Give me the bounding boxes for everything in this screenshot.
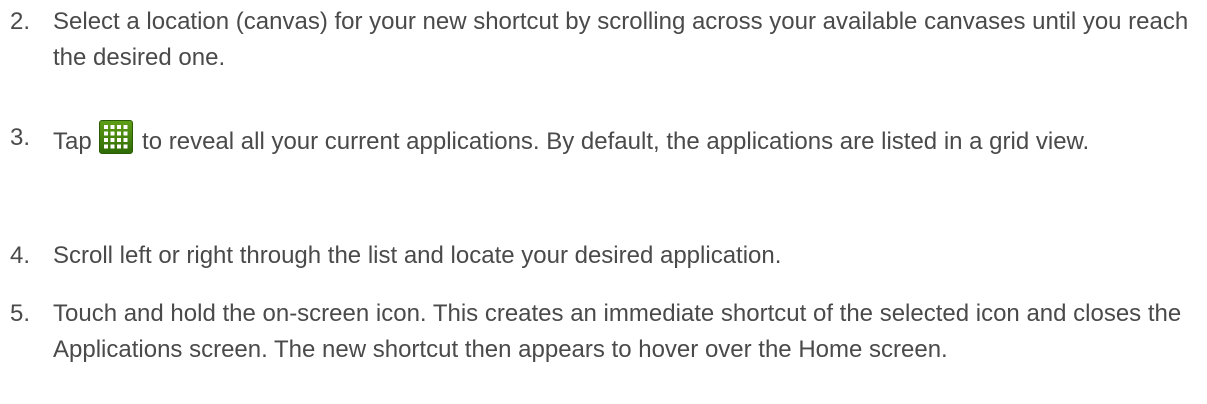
step-number: 4. bbox=[10, 242, 31, 269]
step-number: 2. bbox=[10, 8, 31, 35]
step-text-after: to reveal all your current applications.… bbox=[142, 128, 1090, 155]
step-number: 5. bbox=[10, 300, 31, 327]
apps-grid-icon bbox=[99, 120, 134, 154]
step-text-before: Tap bbox=[53, 128, 92, 155]
step-text: Scroll left or right through the list an… bbox=[53, 242, 782, 269]
step-text: Touch and hold the on-screen icon. This … bbox=[53, 300, 1182, 363]
step-text: Tap to reveal all your current applicati… bbox=[53, 120, 1193, 160]
step-text: Select a location (canvas) for your new … bbox=[53, 8, 1189, 71]
step-number: 3. bbox=[10, 124, 31, 151]
